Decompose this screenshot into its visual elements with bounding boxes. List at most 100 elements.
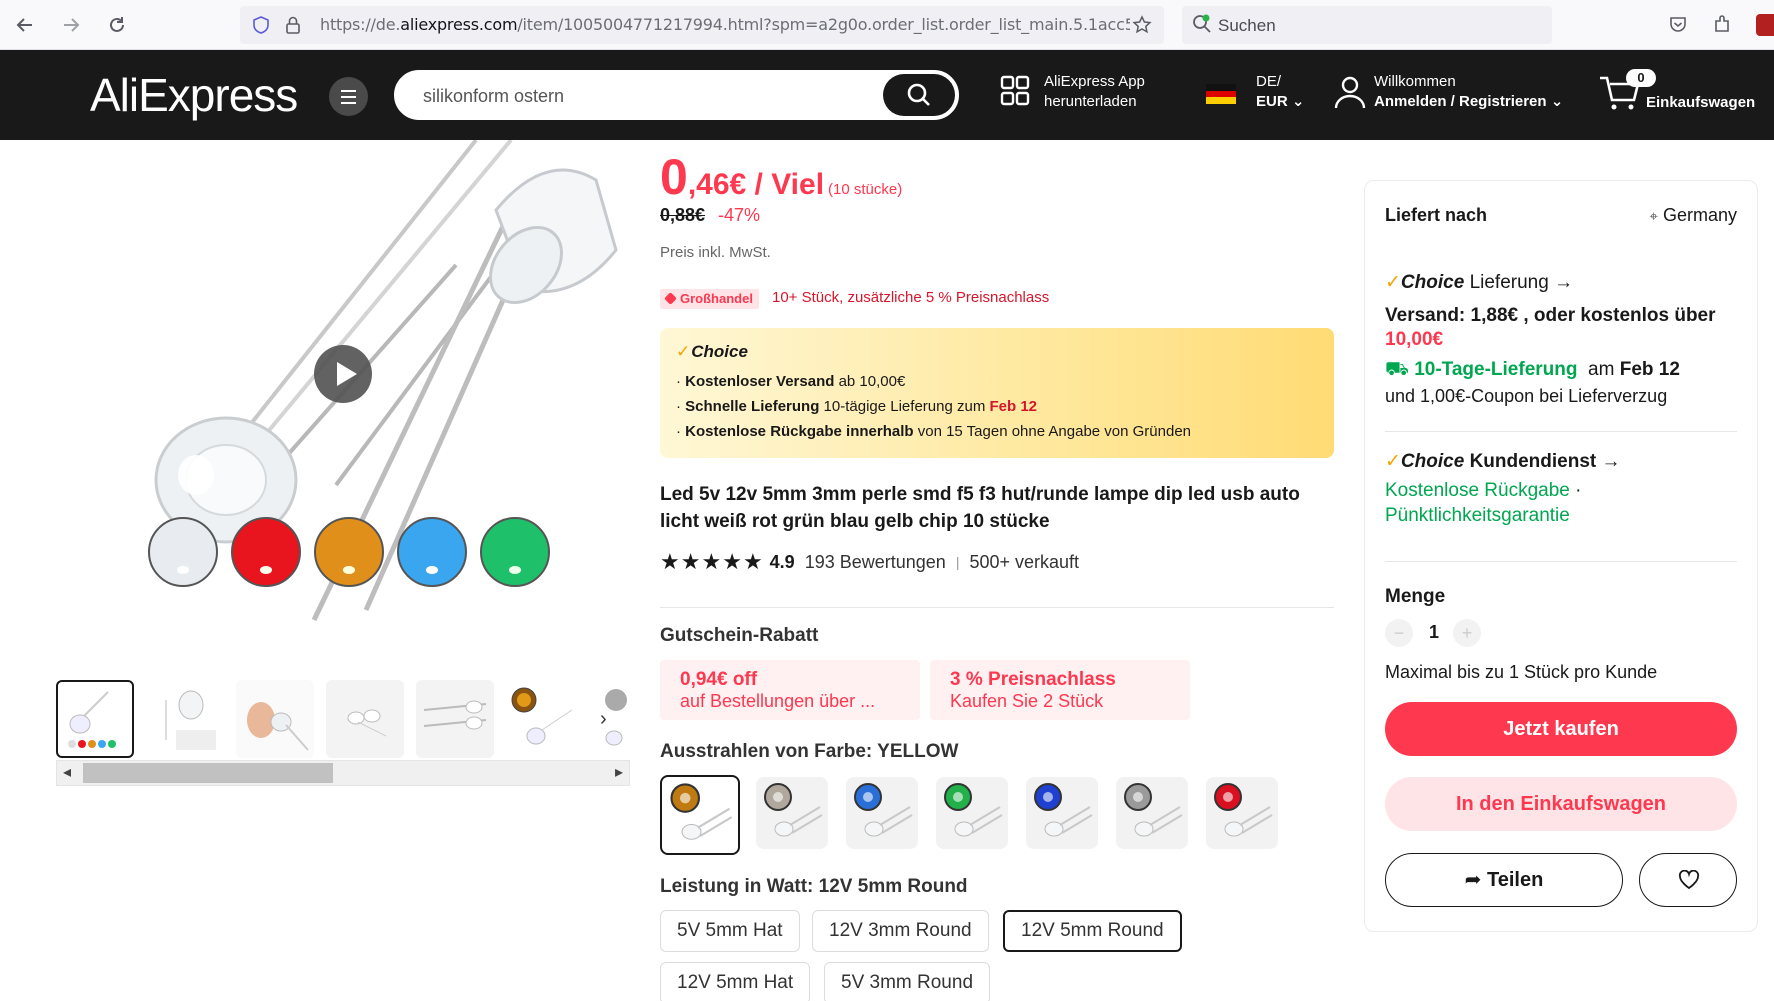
thumbnail-3[interactable] bbox=[236, 680, 314, 758]
chevron-down-icon: ⌄ bbox=[1550, 93, 1564, 110]
quantity-increase-button[interactable]: + bbox=[1453, 619, 1481, 647]
color-swatch[interactable] bbox=[1116, 777, 1188, 849]
star-icon: ★ bbox=[701, 549, 722, 574]
quantity-decrease-button[interactable]: − bbox=[1385, 619, 1413, 647]
chevron-right-icon[interactable]: › bbox=[600, 708, 607, 731]
wishlist-button[interactable] bbox=[1639, 853, 1737, 907]
share-icon: ➦ bbox=[1464, 869, 1482, 891]
choice-word: Choice bbox=[691, 342, 748, 361]
user-icon[interactable] bbox=[1332, 74, 1368, 110]
power-section-label: Leistung in Watt: 12V 5mm Round bbox=[660, 876, 968, 897]
reviews-count[interactable]: 193 Bewertungen bbox=[805, 552, 946, 573]
forward-icon[interactable] bbox=[58, 12, 84, 38]
thumbnail-6[interactable] bbox=[506, 680, 584, 758]
thumbnail-1[interactable] bbox=[56, 680, 134, 758]
menu-icon[interactable] bbox=[329, 77, 368, 116]
region-currency-selector[interactable]: DE/ EUR ⌄ bbox=[1256, 72, 1304, 112]
free-returns-link[interactable]: Kostenlose Rückgabe · bbox=[1385, 480, 1581, 502]
color-swatch[interactable] bbox=[936, 777, 1008, 849]
price-unit: (10 stücke) bbox=[828, 181, 903, 198]
app-line2: herunterladen bbox=[1044, 93, 1137, 110]
buy-now-button[interactable]: Jetzt kaufen bbox=[1385, 702, 1737, 756]
divider bbox=[1385, 561, 1737, 562]
coupon-2-title: 3 % Preisnachlass bbox=[950, 669, 1116, 690]
shield-icon[interactable] bbox=[252, 16, 270, 34]
qr-app-icon[interactable] bbox=[1000, 75, 1030, 107]
color-swatch[interactable] bbox=[756, 777, 828, 849]
power-option-2[interactable]: 12V 3mm Round bbox=[812, 910, 989, 952]
profile-avatar[interactable] bbox=[1756, 14, 1774, 36]
cart-label[interactable]: Einkaufswagen bbox=[1646, 93, 1755, 113]
check-icon: ✓ bbox=[1385, 451, 1401, 472]
sold-count: 500+ verkauft bbox=[969, 551, 1080, 572]
germany-flag-icon[interactable] bbox=[1206, 84, 1236, 104]
color-swatch[interactable] bbox=[846, 777, 918, 849]
discount-percent: -47% bbox=[718, 205, 761, 225]
add-to-cart-button[interactable]: In den Einkaufswagen bbox=[1385, 777, 1737, 831]
chevron-down-icon: ⌄ bbox=[1291, 93, 1305, 110]
power-option-5[interactable]: 5V 3mm Round bbox=[824, 962, 991, 1001]
share-button[interactable]: ➦ Teilen bbox=[1385, 853, 1623, 907]
tax-note: Preis inkl. MwSt. bbox=[660, 244, 771, 261]
choice-line-delivery: · Schnelle Lieferung 10-tägige Lieferung… bbox=[676, 398, 1038, 415]
aliexpress-logo[interactable]: AliExpress bbox=[90, 68, 298, 122]
free-shipping-threshold: 10,00€ bbox=[1385, 329, 1444, 350]
search-query[interactable]: silikonform ostern bbox=[423, 86, 564, 107]
site-search-field[interactable]: silikonform ostern bbox=[394, 70, 959, 120]
scroll-left-icon[interactable]: ◂ bbox=[63, 762, 71, 782]
price-current: 0,46€ / Viel (10 stücke) bbox=[660, 148, 902, 206]
lock-icon[interactable] bbox=[284, 15, 302, 35]
delivery-title: Lieferung bbox=[1469, 272, 1549, 293]
heart-icon bbox=[1678, 870, 1700, 890]
star-icon: ★ bbox=[660, 549, 680, 574]
signin-register-link[interactable]: Anmelden / Registrieren bbox=[1374, 93, 1547, 110]
site-header: AliExpress silikonform ostern AliExpress… bbox=[0, 50, 1774, 140]
delivery-am: am bbox=[1588, 359, 1615, 380]
browser-search[interactable]: Suchen bbox=[1182, 6, 1552, 44]
delivery-estimate: ⛟ 10-Tage-Lieferung am Feb 12 bbox=[1385, 359, 1680, 383]
choice-benefits-box[interactable]: ✓Choice · Kostenloser Versand ab 10,00€ … bbox=[660, 328, 1334, 458]
coupon-card-2[interactable]: 3 % Preisnachlass Kaufen Sie 2 Stück bbox=[930, 660, 1190, 720]
back-icon[interactable] bbox=[12, 12, 38, 38]
address-bar[interactable]: https://de.aliexpress.com/item/100500477… bbox=[240, 6, 1164, 44]
thumbnail-4[interactable] bbox=[326, 680, 404, 758]
color-swatch[interactable] bbox=[1206, 777, 1278, 849]
extensions-icon[interactable] bbox=[1712, 14, 1732, 34]
browser-toolbar: https://de.aliexpress.com/item/100500477… bbox=[0, 0, 1774, 50]
choice-line-shipping: · Kostenloser Versand ab 10,00€ bbox=[676, 373, 906, 390]
quantity-value[interactable]: 1 bbox=[1429, 622, 1439, 643]
location-pin-icon: ⌖ bbox=[1649, 208, 1658, 225]
rating-row[interactable]: ★ ★ ★ ★ ★ 4.9 193 Bewertungen | 500+ verkauf… bbox=[660, 549, 1080, 574]
browser-search-label: Suchen bbox=[1218, 16, 1276, 35]
power-option-1[interactable]: 5V 5mm Hat bbox=[660, 910, 800, 952]
thumbnail-2[interactable] bbox=[146, 680, 224, 758]
divider bbox=[1385, 431, 1737, 432]
power-option-3-selected[interactable]: 12V 5mm Round bbox=[1003, 910, 1182, 952]
account-menu[interactable]: Willkommen Anmelden / Registrieren ⌄ bbox=[1374, 72, 1563, 112]
search-button[interactable] bbox=[883, 74, 955, 116]
play-video-button[interactable] bbox=[314, 345, 372, 403]
app-download-link[interactable]: AliExpress App herunterladen bbox=[1044, 72, 1145, 112]
thumbnail-5[interactable] bbox=[416, 680, 494, 758]
free-returns-text: Kostenlose Rückgabe bbox=[1385, 480, 1570, 501]
scroll-right-icon[interactable]: ▸ bbox=[615, 762, 623, 782]
star-icon: ★ bbox=[680, 549, 701, 574]
coupon-1-title: 0,94€ off bbox=[680, 669, 758, 690]
pocket-icon[interactable] bbox=[1668, 14, 1688, 34]
reload-icon[interactable] bbox=[104, 12, 130, 38]
purchase-panel: Liefert nach ⌖ Germany ✓Choice Lieferung… bbox=[1364, 180, 1758, 932]
color-swatch[interactable] bbox=[1026, 777, 1098, 849]
ship-to-selector[interactable]: ⌖ Germany bbox=[1650, 205, 1738, 226]
delay-coupon-text: und 1,00€-Coupon bei Lieferverzug bbox=[1385, 386, 1668, 406]
delivery-date: Feb 12 bbox=[1619, 359, 1680, 380]
scrollbar-thumb[interactable] bbox=[83, 763, 333, 783]
power-option-4[interactable]: 12V 5mm Hat bbox=[660, 962, 811, 1001]
coupon-card-1[interactable]: 0,94€ off auf Bestellungen über ... bbox=[660, 660, 920, 720]
color-swatch-selected[interactable] bbox=[660, 775, 740, 855]
thumbnail-scrollbar[interactable]: ◂ ▸ bbox=[56, 760, 630, 786]
choice-delivery-link[interactable]: ✓Choice Lieferung → bbox=[1385, 271, 1573, 294]
on-time-guarantee-link[interactable]: Pünktlichkeitsgarantie bbox=[1385, 505, 1570, 527]
choice-service-link[interactable]: ✓Choice Kundendienst → bbox=[1385, 450, 1621, 473]
bookmark-star-icon[interactable] bbox=[1132, 15, 1152, 35]
url-text[interactable]: https://de.aliexpress.com/item/100500477… bbox=[320, 15, 1130, 34]
